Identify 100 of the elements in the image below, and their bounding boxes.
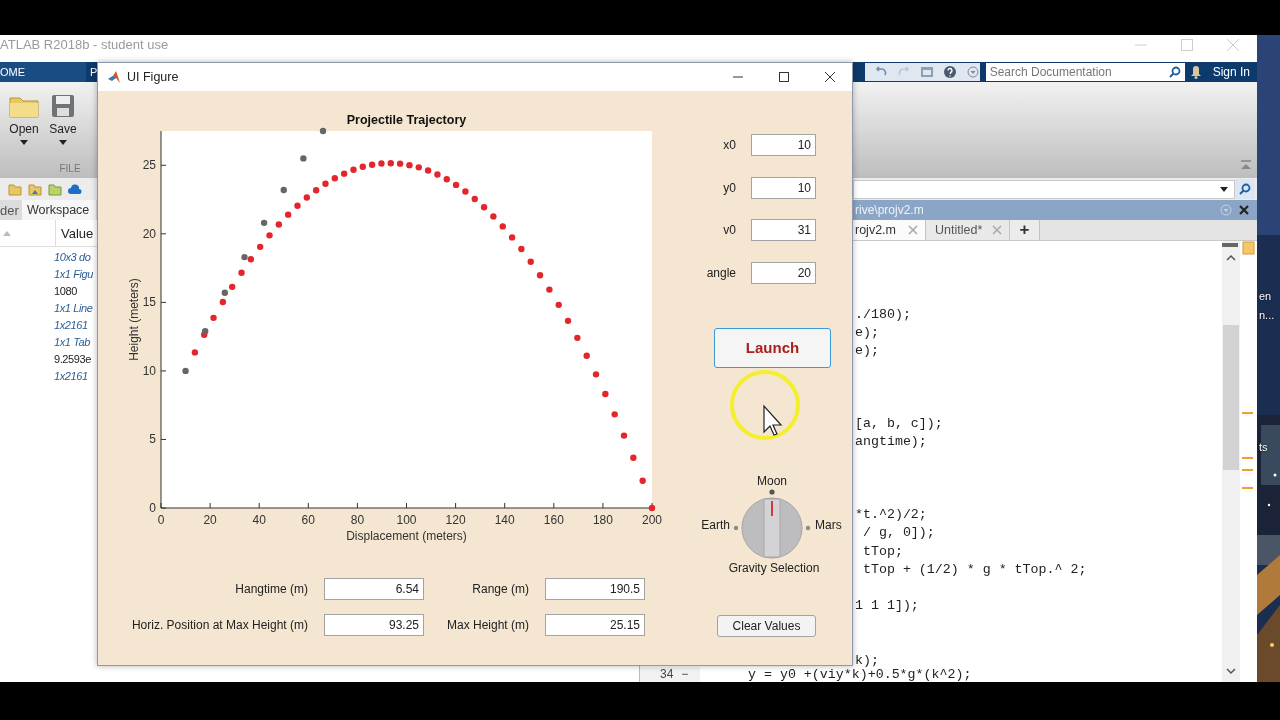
sort-icon[interactable] [3,230,11,236]
code-line: tTop; [861,543,903,559]
options-icon[interactable] [965,65,980,79]
breakpoint-marker[interactable]: − [681,666,689,682]
data-point [191,349,199,356]
workspace-value: 1080 [54,284,77,299]
tick-label: 5 [149,432,156,447]
search-icon[interactable] [1168,66,1181,78]
data-point [294,202,301,209]
tick-label: 100 [396,513,417,527]
panel-tab[interactable]: Workspace [22,200,96,220]
folder-icon[interactable] [8,182,22,196]
data-point [583,352,590,359]
field-label: Range (m) [471,582,529,596]
input-field[interactable]: 20 [751,261,816,284]
field-label: Horiz. Position at Max Height (m) [130,618,308,632]
knob-tick[interactable] [805,525,811,530]
desktop-icon-label[interactable]: en [1259,290,1272,303]
data-point [480,204,488,211]
bell-icon[interactable] [1190,65,1201,79]
knob-option-label[interactable]: Moon [757,472,787,489]
column-header[interactable]: Value [55,220,94,246]
cloud-icon[interactable] [68,182,82,196]
close-icon[interactable] [823,70,837,84]
options-icon[interactable] [1220,204,1232,216]
tick-label: 200 [642,513,662,527]
clear-button[interactable]: Clear Values [717,614,816,637]
output-field[interactable]: 25.15 [545,614,645,636]
toolstrip-button[interactable]: Save [44,94,82,145]
data-point [378,160,385,167]
axis-title: Displacement (meters) [346,529,467,543]
collapse-icon[interactable] [1240,160,1252,170]
panel-tab[interactable]: der [0,200,22,220]
data-point [331,175,338,182]
field-label: y0 [722,180,736,195]
input-field[interactable]: 31 [751,219,816,242]
data-point [359,163,366,170]
data-point [434,171,441,178]
code-line: e); [855,325,879,341]
search-button[interactable] [1235,179,1255,199]
tick-label: 20 [203,513,217,527]
address-field[interactable] [853,179,1235,199]
toolstrip-button[interactable]: Open [5,94,43,145]
desktop-icon-label[interactable]: ts [1259,441,1268,454]
data-point [620,432,628,439]
tick-label: 20 [142,226,156,241]
workspace-value: 9.2593e [54,352,91,367]
code-line: *t.^2)/2; [855,507,927,523]
scrollbar[interactable] [1222,241,1240,682]
data-point [350,166,357,173]
folder-icon[interactable] [48,182,62,196]
sign-in-link[interactable]: Sign In [1212,65,1250,79]
knob-option-label[interactable]: Earth [701,516,730,533]
code-line: tTop + (1/2) * g * tTop.^ 2; [861,561,1087,577]
desktop-icon-label[interactable]: n... [1259,309,1275,322]
data-point [368,161,376,168]
input-field[interactable]: 10 [751,176,816,199]
folder-icon[interactable] [28,182,42,196]
data-point [266,232,273,239]
search-field[interactable]: Search Documentation [985,63,1185,81]
output-field[interactable]: 93.25 [324,614,424,636]
knob-option-label[interactable]: Mars [815,516,842,533]
data-point [275,221,283,228]
knob-tick[interactable] [733,525,739,530]
data-point [508,234,516,241]
data-point [518,245,525,253]
data-point [602,390,609,398]
data-point [210,314,217,322]
editor-tab[interactable]: rojv2.m [853,220,926,240]
data-point [648,504,656,512]
knob-label: Gravity Selection [728,560,820,577]
maximize-icon[interactable] [777,70,791,84]
code-line: y = y0 +(viy*k)+0.5*g*(k^2); [748,666,972,682]
tick-label: 60 [301,513,315,527]
help-icon[interactable] [942,65,957,79]
tick-label: 25 [142,158,156,173]
output-field[interactable]: 6.54 [324,578,424,600]
data-point [546,286,553,293]
field-label: v0 [722,223,736,238]
editor-tab[interactable]: Untitled* [926,220,1010,240]
data-point [555,301,562,309]
data-point [639,477,646,484]
data-point [260,219,268,227]
caret-icon [20,140,28,145]
close-icon[interactable] [1239,205,1249,215]
workspace-value: 1x1 Line [54,301,93,316]
tick-label: 180 [592,513,613,527]
data-point [443,176,450,183]
knob-tick[interactable] [769,489,775,495]
editor-path: rive\projv2.m [855,203,924,217]
input-field[interactable]: 10 [751,134,816,156]
chart-title: Projectile Trajectory [346,113,467,127]
window-title: UI Figure [127,70,179,84]
new-tab-button[interactable]: + [1010,220,1040,240]
data-point [471,195,478,203]
workspace-value: 1x1 Figu [54,267,93,282]
windows-icon[interactable] [919,65,934,79]
launch-button[interactable]: Launch [714,327,831,368]
output-field[interactable]: 190.5 [545,578,645,600]
ribbon-tab[interactable]: OME [0,62,86,82]
